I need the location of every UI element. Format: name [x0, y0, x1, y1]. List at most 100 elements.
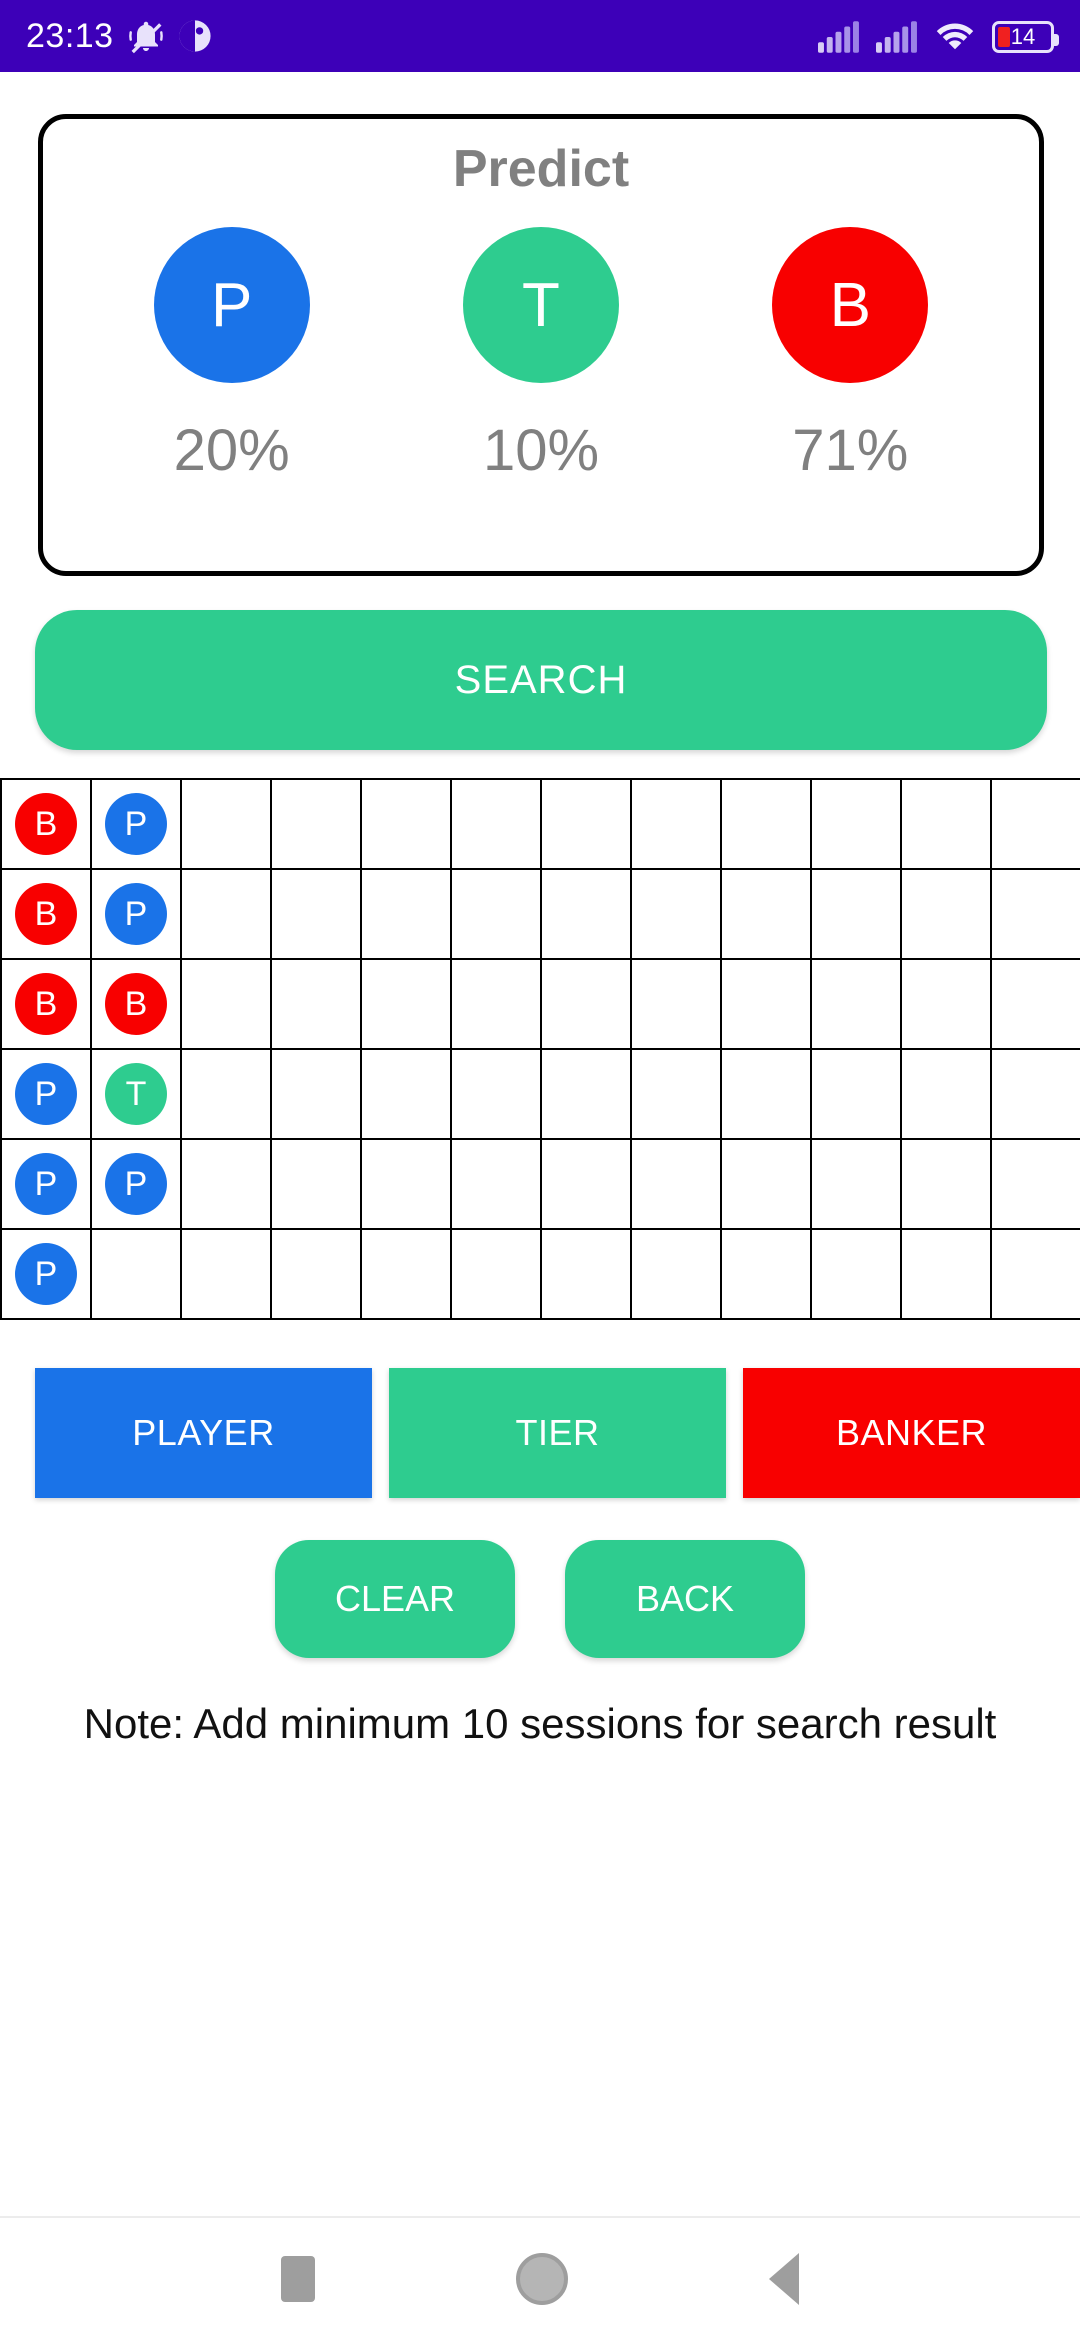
banker-button[interactable]: BANKER [743, 1368, 1080, 1498]
grid-cell[interactable] [722, 1230, 812, 1320]
grid-cell[interactable] [722, 960, 812, 1050]
grid-mark-player: P [15, 1243, 77, 1305]
grid-cell[interactable] [182, 870, 272, 960]
recents-square-icon[interactable] [280, 2256, 315, 2302]
grid-cell[interactable]: B [2, 870, 92, 960]
grid-cell[interactable] [812, 1140, 902, 1230]
grid-cell[interactable]: P [92, 870, 182, 960]
grid-cell[interactable] [722, 780, 812, 870]
grid-cell[interactable] [722, 1140, 812, 1230]
signal-icon [818, 21, 860, 53]
grid-cell[interactable] [902, 1230, 992, 1320]
predict-circles-row: P T B [43, 227, 1039, 383]
tier-button[interactable]: TIER [389, 1368, 726, 1498]
grid-cell[interactable] [992, 1230, 1080, 1320]
grid-cell[interactable]: P [2, 1230, 92, 1320]
grid-cell[interactable] [632, 1050, 722, 1140]
results-grid-container: BPBPBBPTPPP [0, 778, 1080, 1320]
grid-cell[interactable] [362, 870, 452, 960]
grid-cell[interactable] [632, 960, 722, 1050]
grid-cell[interactable] [632, 780, 722, 870]
grid-cell[interactable] [452, 1050, 542, 1140]
back-triangle-icon[interactable] [769, 2253, 800, 2305]
back-button[interactable]: BACK [565, 1540, 805, 1658]
grid-cell[interactable] [902, 960, 992, 1050]
grid-cell[interactable] [452, 780, 542, 870]
predict-card: Predict P T B 20% 10% 71% [38, 114, 1044, 576]
grid-cell[interactable] [272, 1230, 362, 1320]
results-grid[interactable]: BPBPBBPTPPP [0, 778, 1080, 1320]
grid-cell[interactable] [182, 780, 272, 870]
grid-cell[interactable] [542, 780, 632, 870]
home-circle-icon[interactable] [515, 2253, 568, 2305]
player-button[interactable]: PLAYER [35, 1368, 372, 1498]
grid-cell[interactable] [92, 1230, 182, 1320]
grid-cell[interactable]: P [92, 780, 182, 870]
grid-mark-banker: B [105, 973, 167, 1035]
predict-circle-tier[interactable]: T [462, 227, 619, 383]
grid-cell[interactable] [182, 1050, 272, 1140]
grid-cell[interactable] [722, 1050, 812, 1140]
grid-cell[interactable] [362, 780, 452, 870]
grid-cell[interactable] [272, 780, 362, 870]
grid-cell[interactable] [362, 1050, 452, 1140]
grid-cell[interactable] [272, 1140, 362, 1230]
grid-cell[interactable] [992, 870, 1080, 960]
grid-cell[interactable] [992, 1140, 1080, 1230]
note-text: Note: Add minimum 10 sessions for search… [83, 1700, 997, 1747]
grid-cell[interactable] [902, 1050, 992, 1140]
grid-cell[interactable]: T [92, 1050, 182, 1140]
grid-cell[interactable]: B [92, 960, 182, 1050]
grid-cell[interactable] [542, 1140, 632, 1230]
grid-cell[interactable] [812, 780, 902, 870]
grid-cell[interactable] [722, 870, 812, 960]
grid-cell[interactable]: P [2, 1050, 92, 1140]
predict-circle-player[interactable]: P [153, 227, 310, 383]
grid-cell[interactable] [182, 1140, 272, 1230]
grid-cell[interactable] [452, 1230, 542, 1320]
grid-cell[interactable]: B [2, 780, 92, 870]
grid-cell[interactable] [542, 960, 632, 1050]
grid-mark-player: P [105, 1153, 167, 1215]
grid-cell[interactable] [992, 1050, 1080, 1140]
grid-cell[interactable] [182, 1230, 272, 1320]
grid-mark-player: P [15, 1153, 77, 1215]
grid-cell[interactable] [542, 870, 632, 960]
clear-button[interactable]: CLEAR [275, 1540, 515, 1658]
grid-cell[interactable]: P [2, 1140, 92, 1230]
grid-cell[interactable] [812, 1230, 902, 1320]
grid-cell[interactable] [272, 960, 362, 1050]
grid-mark-player: P [105, 793, 167, 855]
grid-cell[interactable] [362, 1230, 452, 1320]
grid-cell[interactable] [272, 870, 362, 960]
grid-cell[interactable] [812, 870, 902, 960]
grid-cell[interactable] [992, 960, 1080, 1050]
search-button[interactable]: SEARCH [35, 610, 1047, 750]
grid-cell[interactable] [992, 780, 1080, 870]
grid-cell[interactable] [452, 870, 542, 960]
grid-cell[interactable] [362, 1140, 452, 1230]
status-bar: 23:13 14 [0, 0, 1080, 72]
grid-cell[interactable] [542, 1050, 632, 1140]
grid-cell[interactable] [812, 960, 902, 1050]
grid-cell[interactable] [272, 1050, 362, 1140]
grid-cell[interactable] [632, 870, 722, 960]
status-bar-clock: 23:13 [26, 16, 114, 55]
control-buttons-row: CLEAR BACK [0, 1540, 1080, 1658]
grid-cell[interactable] [902, 780, 992, 870]
grid-cell[interactable] [452, 1140, 542, 1230]
grid-cell[interactable] [902, 870, 992, 960]
grid-cell[interactable] [632, 1230, 722, 1320]
grid-cell[interactable] [902, 1140, 992, 1230]
grid-cell[interactable]: B [2, 960, 92, 1050]
grid-cell[interactable] [632, 1140, 722, 1230]
grid-cell[interactable]: P [92, 1140, 182, 1230]
predict-circle-banker[interactable]: B [772, 227, 929, 383]
grid-cell[interactable] [542, 1230, 632, 1320]
bell-mute-icon [128, 18, 164, 54]
grid-cell[interactable] [182, 960, 272, 1050]
grid-cell[interactable] [812, 1050, 902, 1140]
grid-cell[interactable] [362, 960, 452, 1050]
grid-cell[interactable] [452, 960, 542, 1050]
predict-percent-row: 20% 10% 71% [43, 417, 1039, 484]
